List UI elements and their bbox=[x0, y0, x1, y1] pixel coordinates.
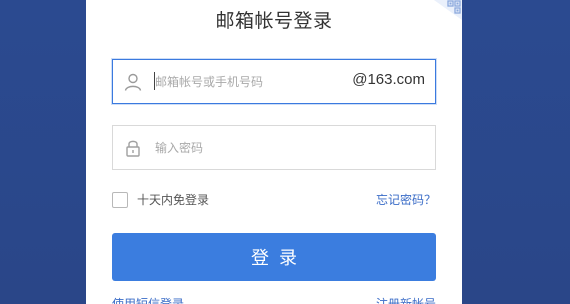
sms-login-link[interactable]: 使用短信登录 bbox=[112, 295, 184, 304]
login-panel: 邮箱帐号登录 邮箱帐号或手机号码 @163.com 输入密码 十天内免登录 忘记… bbox=[86, 0, 462, 304]
page-title: 邮箱帐号登录 bbox=[215, 10, 333, 32]
password-placeholder: 输入密码 bbox=[155, 141, 204, 155]
password-field[interactable]: 输入密码 bbox=[112, 125, 436, 170]
lock-icon bbox=[126, 140, 140, 157]
remember-checkbox[interactable] bbox=[112, 191, 128, 208]
domain-suffix: @163.com bbox=[352, 71, 425, 88]
remember-me[interactable]: 十天内免登录 bbox=[112, 191, 209, 208]
account-placeholder: 邮箱帐号或手机号码 bbox=[155, 75, 264, 89]
register-link[interactable]: 注册新帐号 bbox=[376, 295, 436, 304]
user-icon bbox=[124, 73, 142, 91]
remember-label: 十天内免登录 bbox=[137, 193, 210, 207]
forgot-password-link[interactable]: 忘记密码？ bbox=[376, 191, 436, 208]
page-background: 邮箱帐号登录 邮箱帐号或手机号码 @163.com 输入密码 十天内免登录 忘记… bbox=[0, 0, 570, 304]
account-field[interactable]: 邮箱帐号或手机号码 @163.com bbox=[112, 59, 436, 104]
login-button[interactable]: 登录 bbox=[112, 233, 436, 281]
